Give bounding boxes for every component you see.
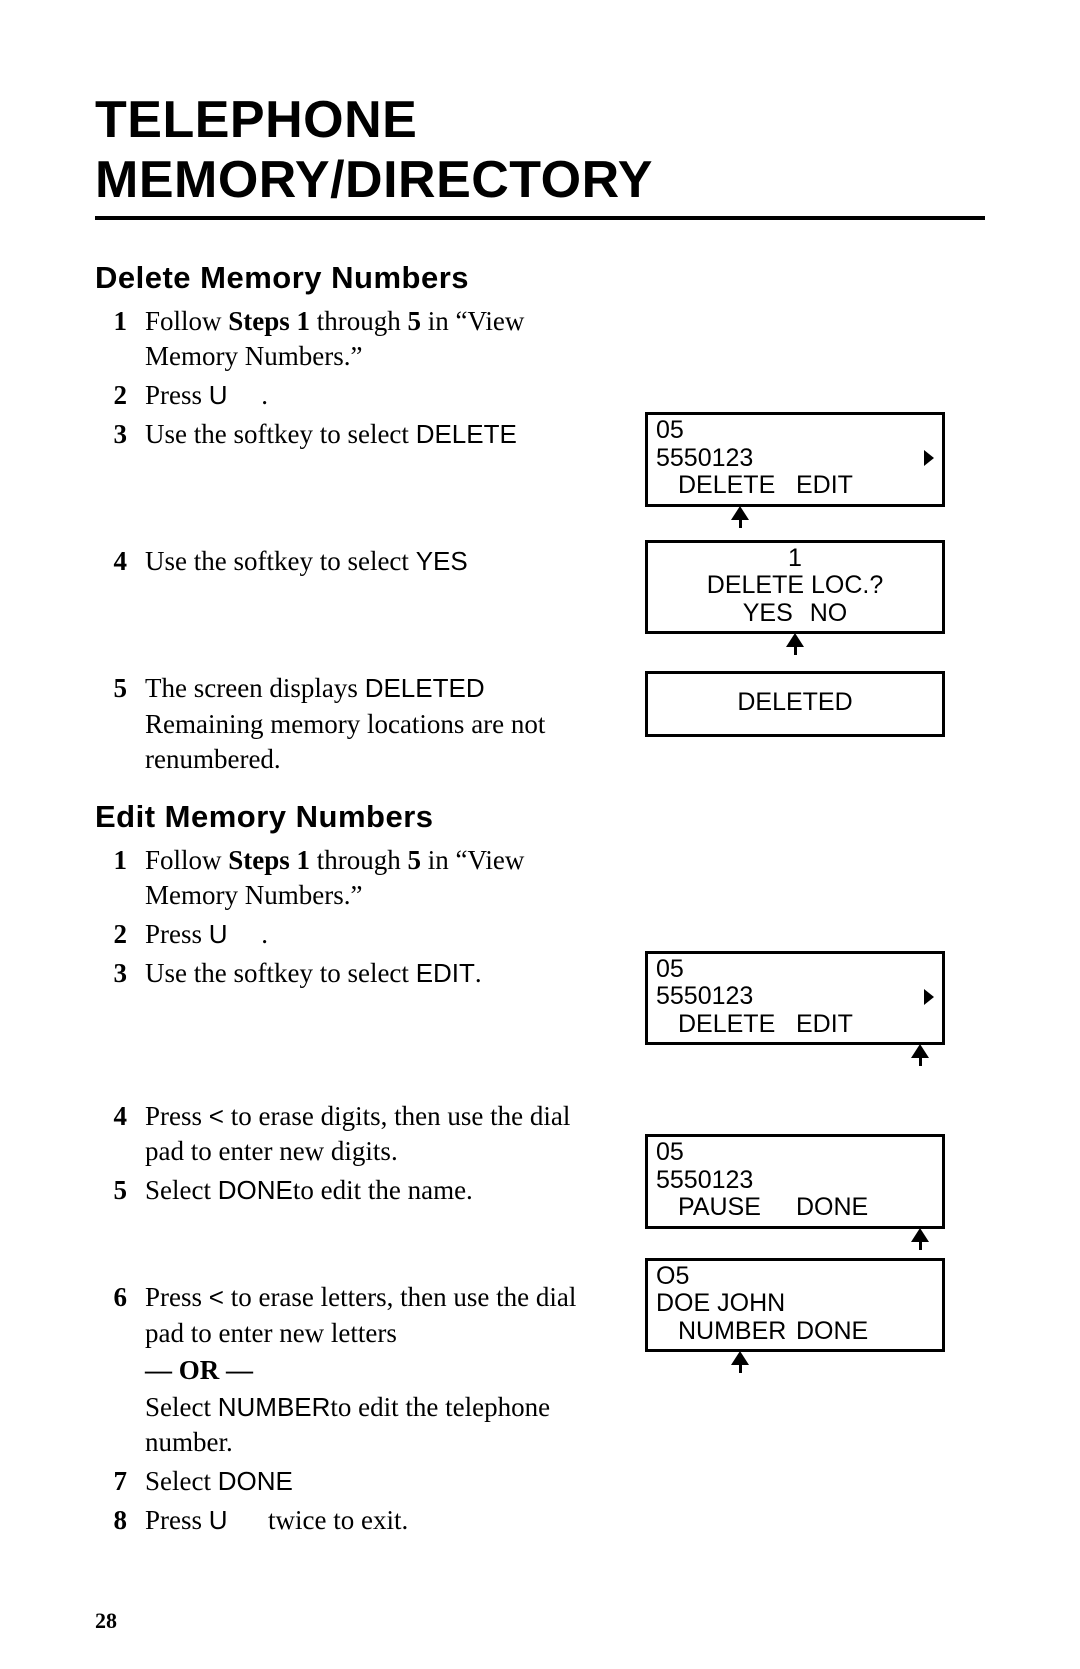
step-text: Follow Steps 1 through 5 in “View Memory… [145, 843, 595, 913]
edit-heading: Edit Memory Numbers [95, 799, 985, 835]
arrow-up-icon [910, 1044, 930, 1066]
or-separator: — OR — [145, 1353, 595, 1388]
arrow-up-icon [785, 633, 805, 655]
lcd-softkey-label: DELETE [656, 1011, 796, 1039]
lcd-softkey-label: DONE [796, 1318, 868, 1346]
lcd-softkey-label: EDIT [796, 1011, 853, 1039]
step-text: Use the softkey to select YES [145, 544, 595, 579]
arrow-up-icon [910, 1228, 930, 1250]
lcd-line: DELETE LOC.? [656, 572, 934, 600]
lcd-screen-edit-1: 05 5550123 DELETE EDIT [645, 951, 945, 1046]
lcd-line: DOE JOHN [656, 1290, 785, 1318]
step-number: 5 [95, 1173, 145, 1208]
lcd-softkey-label: NUMBER [656, 1318, 796, 1346]
delete-steps: 1 Follow Steps 1 through 5 in “View Memo… [95, 304, 595, 781]
step-text: Press U twice to exit. [145, 1503, 595, 1538]
page-number: 28 [95, 1608, 117, 1634]
delete-step-1: 1 Follow Steps 1 through 5 in “View Memo… [95, 304, 595, 374]
lcd-line: 5550123 [656, 1167, 753, 1195]
arrow-up-icon [730, 506, 750, 528]
step-text: Press < to erase digits, then use the di… [145, 1099, 595, 1169]
step-number: 7 [95, 1464, 145, 1499]
step-text: Select DONE [145, 1464, 595, 1499]
lcd-screen-delete-confirm: 1 DELETE LOC.? YES NO [645, 540, 945, 635]
delete-step-3: 3 Use the softkey to select DELETE [95, 417, 595, 452]
lcd-line: O5 [656, 1263, 934, 1291]
edit-step-1: 1 Follow Steps 1 through 5 in “View Memo… [95, 843, 595, 913]
lcd-softkey-label: DELETE [656, 472, 796, 500]
step-number: 1 [95, 843, 145, 913]
edit-step-8: 8 Press U twice to exit. [95, 1503, 595, 1538]
lcd-line: DELETED [737, 689, 852, 717]
lcd-line: 5550123 [656, 983, 753, 1011]
step-text: Press < to erase letters, then use the d… [145, 1280, 595, 1459]
delete-step-5: 5 The screen displays DELETED Remaining … [95, 671, 595, 776]
lcd-softkey-label: DONE [796, 1194, 868, 1222]
page-title: TELEPHONE MEMORY/DIRECTORY [95, 90, 985, 220]
edit-step-3: 3 Use the softkey to select EDIT. [95, 956, 595, 991]
lcd-softkey-label: EDIT [796, 472, 853, 500]
edit-step-5: 5 Select DONEto edit the name. [95, 1173, 595, 1208]
lcd-softkey-label: PAUSE [656, 1194, 796, 1222]
step-number: 1 [95, 304, 145, 374]
edit-step-2: 2 Press U . [95, 917, 595, 952]
step-number: 3 [95, 417, 145, 452]
lcd-line: 05 [656, 417, 934, 445]
step-number: 6 [95, 1280, 145, 1459]
edit-step-6: 6 Press < to erase letters, then use the… [95, 1280, 595, 1459]
lcd-screen-edit-2: 05 5550123 PAUSE DONE [645, 1134, 945, 1229]
step-text: The screen displays DELETED Remaining me… [145, 671, 595, 776]
lcd-screen-delete-1: 05 5550123 DELETE EDIT [645, 412, 945, 507]
lcd-line: 05 [656, 1139, 934, 1167]
arrow-up-icon [730, 1351, 750, 1373]
edit-step-4: 4 Press < to erase digits, then use the … [95, 1099, 595, 1169]
step-number: 4 [95, 544, 145, 579]
lcd-softkey-label: YES [743, 599, 793, 627]
step-text: Select DONEto edit the name. [145, 1173, 595, 1208]
step-text: Press U . [145, 378, 595, 413]
step-number: 3 [95, 956, 145, 991]
delete-heading: Delete Memory Numbers [95, 260, 985, 296]
step-number: 2 [95, 378, 145, 413]
lcd-line: 05 [656, 956, 934, 984]
step-text: Use the softkey to select EDIT. [145, 956, 595, 991]
lcd-line: 1 [656, 545, 934, 573]
step-text: Follow Steps 1 through 5 in “View Memory… [145, 304, 595, 374]
edit-step-7: 7 Select DONE [95, 1464, 595, 1499]
step-number: 8 [95, 1503, 145, 1538]
step-number: 2 [95, 917, 145, 952]
delete-step-2: 2 Press U . [95, 378, 595, 413]
step-number: 5 [95, 671, 145, 776]
arrow-right-icon [924, 450, 934, 466]
step-number: 4 [95, 1099, 145, 1169]
step-text: Press U . [145, 917, 595, 952]
delete-step-4: 4 Use the softkey to select YES [95, 544, 595, 579]
step-text: Use the softkey to select DELETE [145, 417, 595, 452]
arrow-right-icon [924, 989, 934, 1005]
lcd-softkey-label: NO [810, 599, 848, 627]
lcd-screen-edit-3: O5 DOE JOHN NUMBER DONE [645, 1258, 945, 1353]
edit-steps: 1 Follow Steps 1 through 5 in “View Memo… [95, 843, 595, 1542]
lcd-line: 5550123 [656, 445, 753, 473]
lcd-screen-deleted: DELETED [645, 671, 945, 737]
